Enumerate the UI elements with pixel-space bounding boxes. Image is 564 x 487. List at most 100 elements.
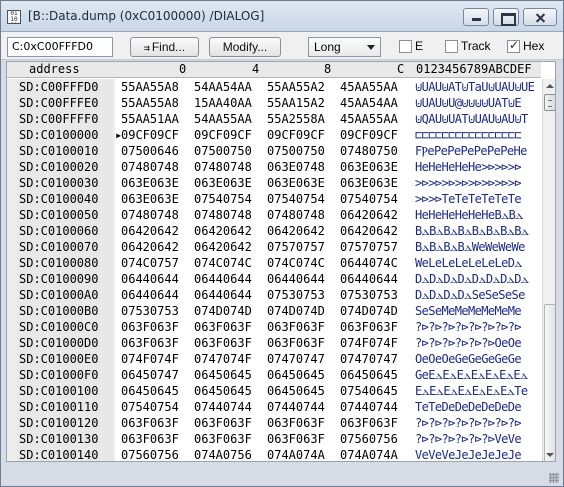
row-word-1: 07480748 bbox=[194, 208, 252, 222]
table-row[interactable]: SD:C01000F0 06450747 06450645 06450645 06450… bbox=[7, 367, 541, 383]
find-button[interactable]: ⇉ Find... bbox=[130, 37, 199, 57]
table-row[interactable]: SD:C01000E0 074F074F 0747074F 07470747 07470… bbox=[7, 351, 541, 367]
row-address: SD:C0100030 bbox=[17, 175, 113, 191]
row-ascii: ⊍UAU⊍U@⊍⊍⊍⊍UAT⊍E bbox=[415, 96, 522, 110]
header-col-0: 0 bbox=[179, 62, 187, 76]
maximize-icon bbox=[494, 9, 518, 26]
row-word-1: 0747074F bbox=[194, 352, 252, 366]
scroll-up-icon[interactable] bbox=[544, 80, 555, 92]
row-word-0: 063F063F bbox=[121, 336, 179, 350]
address-input[interactable]: C:0xC00FFFD0 bbox=[7, 37, 113, 57]
row-word-0: 06420642 bbox=[121, 224, 179, 238]
scroll-thumb[interactable] bbox=[544, 304, 555, 461]
table-row[interactable]: SD:C0100000 ▸ 09CF09CF 09CF09CF 09CF09CF 09CF… bbox=[7, 127, 541, 143]
row-address: SD:C0100070 bbox=[17, 239, 113, 255]
row-ascii: SeSeMeMeMeMeMeMe bbox=[415, 304, 522, 318]
row-word-0: 07530753 bbox=[121, 304, 179, 318]
row-address: SD:C01000A0 bbox=[17, 287, 113, 303]
row-ascii: BⲇBⲇBⲇBⲇWeWeWeWe bbox=[415, 240, 525, 254]
row-ascii: FⲢePePePePePePeHe bbox=[415, 144, 527, 158]
row-word-2: 55AA15A2 bbox=[267, 96, 325, 110]
row-ascii: GeEⲇEⲇEⲇEⲇEⲇEⲇEⲇ bbox=[415, 368, 528, 382]
table-row[interactable]: SD:C0100050 07480748 07480748 07480748 06420… bbox=[7, 207, 541, 223]
row-address: SD:C0100060 bbox=[17, 223, 113, 239]
row-word-1: 063F063F bbox=[194, 432, 252, 446]
row-ascii: ⊏⊏⊏⊏⊏⊏⊏⊏⊏⊏⊏⊏⊏⊏⊏⊏ bbox=[415, 128, 522, 142]
modify-button[interactable]: Modify... bbox=[209, 37, 281, 57]
row-word-0: 06420642 bbox=[121, 240, 179, 254]
row-word-2: 06450645 bbox=[267, 368, 325, 382]
row-word-3: 07570757 bbox=[340, 240, 398, 254]
window-title: [B::Data.dump (0xC0100000) /DIALOG] bbox=[28, 9, 265, 23]
row-word-3: 063E063E bbox=[340, 160, 398, 174]
table-row[interactable]: SD:C01000B0 07530753 074D074D 074D074D 074D0… bbox=[7, 303, 541, 319]
table-row[interactable]: SD:C01000D0 063F063F 063F063F 063F063F 074F0… bbox=[7, 335, 541, 351]
row-word-3: 07540754 bbox=[340, 192, 398, 206]
vertical-scrollbar[interactable] bbox=[542, 79, 555, 461]
row-word-3: 0644074C bbox=[340, 256, 398, 270]
table-row[interactable]: SD:C0100040 063E063E 07540754 07540754 07540… bbox=[7, 191, 541, 207]
format-select[interactable]: Long bbox=[308, 37, 381, 57]
row-word-1: 063F063F bbox=[194, 336, 252, 350]
table-row[interactable]: SD:C0100010 07500646 07500750 07500750 07480… bbox=[7, 143, 541, 159]
table-row[interactable]: SD:C0100060 06420642 06420642 06420642 06420… bbox=[7, 223, 541, 239]
e-checkbox[interactable] bbox=[399, 40, 412, 53]
row-ascii: ⊍UAU⊍AT⊍TaU⊍UAU⊍UE bbox=[415, 80, 535, 94]
table-row[interactable]: SD:C0100090 06440644 06440644 06440644 06440… bbox=[7, 271, 541, 287]
row-word-0: 07480748 bbox=[121, 208, 179, 222]
scroll-down-icon[interactable] bbox=[544, 449, 555, 461]
row-word-0: 06450747 bbox=[121, 368, 179, 382]
row-word-2: 063F063F bbox=[267, 416, 325, 430]
hex-checkbox[interactable] bbox=[507, 38, 520, 53]
row-word-1: 54AA54AA bbox=[194, 80, 252, 94]
row-address: SD:C01000E0 bbox=[17, 351, 113, 367]
minimize-button[interactable] bbox=[463, 8, 489, 26]
maximize-button[interactable] bbox=[493, 8, 519, 26]
table-row[interactable]: SD:C0100080 074C0757 074C074C 074C074C 06440… bbox=[7, 255, 541, 271]
row-word-3: 063F063F bbox=[340, 320, 398, 334]
table-row[interactable]: SD:C0100110 07540754 07440744 07440744 07440… bbox=[7, 399, 541, 415]
resize-grip-icon[interactable] bbox=[549, 473, 559, 483]
row-word-2: 07570757 bbox=[267, 240, 325, 254]
row-ascii: >⊳>⊳>⊳>⊳>⊳>⊳>⊳>⊳ bbox=[415, 176, 522, 190]
table-row[interactable]: SD:C0100130 063F063F 063F063F 063F063F 07560… bbox=[7, 431, 541, 447]
table-row[interactable]: SD:C0100120 063F063F 063F063F 063F063F 063F0… bbox=[7, 415, 541, 431]
dump-window: 01 10 01 [B::Data.dump (0xC0100000) /DIA… bbox=[0, 0, 564, 487]
title-bar[interactable]: 01 10 01 [B::Data.dump (0xC0100000) /DIA… bbox=[1, 1, 563, 32]
track-checkbox[interactable] bbox=[445, 40, 458, 53]
table-row[interactable]: SD:C0100020 07480748 07480748 063E0748 063E0… bbox=[7, 159, 541, 175]
row-word-3: 074F074F bbox=[340, 336, 398, 350]
toolbar: C:0xC00FFFD0 ⇉ Find... Modify... Long E T… bbox=[1, 32, 563, 60]
row-word-0: 06440644 bbox=[121, 288, 179, 302]
table-row[interactable]: SD:C00FFFF0 55AA51AA 54AA55AA 55A2558A 45AA5… bbox=[7, 111, 541, 127]
scroll-thumb-top[interactable] bbox=[544, 94, 555, 111]
row-address: SD:C0100140 bbox=[17, 447, 113, 461]
row-address: SD:C01000B0 bbox=[17, 303, 113, 319]
table-row[interactable]: SD:C0100100 06450645 06450645 06450645 07540… bbox=[7, 383, 541, 399]
table-row[interactable]: SD:C0100070 06420642 06420642 07570757 07570… bbox=[7, 239, 541, 255]
row-address: SD:C0100000 bbox=[17, 127, 113, 143]
format-value: Long bbox=[314, 40, 341, 54]
row-ascii: ?⊳?⊳?⊳?⊳?⊳?⊳?⊳?⊳ bbox=[415, 320, 522, 334]
table-row[interactable]: SD:C00FFFE0 55AA55A8 15AA40AA 55AA15A2 45AA5… bbox=[7, 95, 541, 111]
row-word-2: 07540754 bbox=[267, 192, 325, 206]
table-row[interactable]: SD:C0100030 063E063E 063E063E 063E063E 063E0… bbox=[7, 175, 541, 191]
row-word-3: 07560756 bbox=[340, 432, 398, 446]
header-col-8: 8 bbox=[324, 62, 332, 76]
row-address: SD:C0100010 bbox=[17, 143, 113, 159]
row-word-1: 15AA40AA bbox=[194, 96, 252, 110]
table-row[interactable]: SD:C01000A0 06440644 06440644 07530753 07530… bbox=[7, 287, 541, 303]
row-word-0: 09CF09CF bbox=[121, 128, 179, 142]
close-button[interactable] bbox=[523, 8, 557, 26]
row-word-2: 063E063E bbox=[267, 176, 325, 190]
row-word-1: 06450645 bbox=[194, 384, 252, 398]
row-word-3: 074D074D bbox=[340, 304, 398, 318]
table-row[interactable]: SD:C01000C0 063F063F 063F063F 063F063F 063F0… bbox=[7, 319, 541, 335]
row-word-2: 074C074C bbox=[267, 256, 325, 270]
row-ascii: ?⊳?⊳?⊳?⊳?⊳?⊳?⊳?⊳ bbox=[415, 416, 522, 430]
row-word-1: 07440744 bbox=[194, 400, 252, 414]
memory-dump-grid[interactable]: address 0 4 8 C 0123456789ABCDEF SD:C00F… bbox=[6, 61, 556, 462]
table-row[interactable]: SD:C00FFFD0 55AA55A8 54AA54AA 55AA55A2 45AA5… bbox=[7, 79, 541, 95]
row-word-2: 074D074D bbox=[267, 304, 325, 318]
table-row[interactable]: SD:C0100140 07560756 074A0756 074A074A 074A0… bbox=[7, 447, 541, 461]
